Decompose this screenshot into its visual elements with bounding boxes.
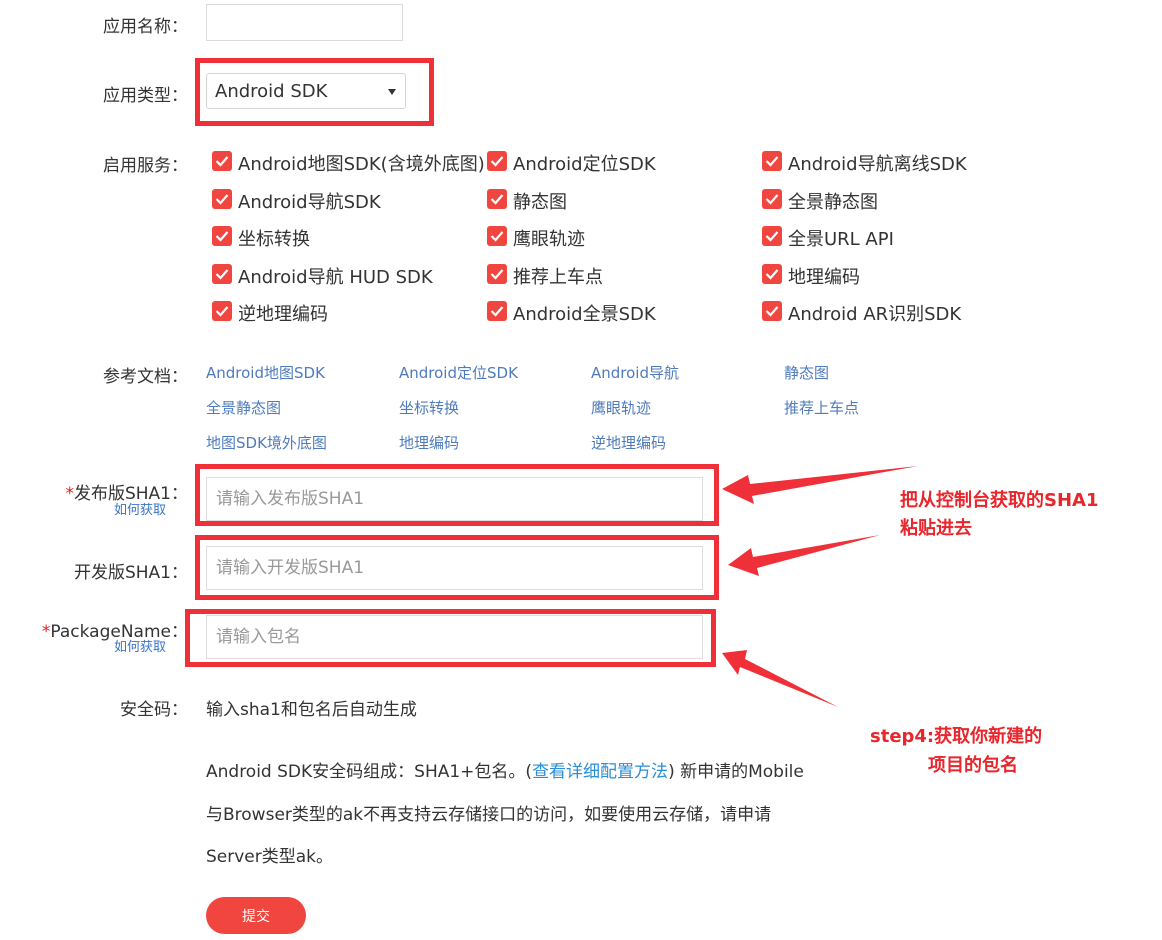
annotation-sha1-line2: 粘贴进去 — [900, 518, 972, 539]
arrow-to-package-name — [722, 650, 838, 707]
note-line-3: Server类型ak。 — [206, 847, 334, 867]
annotation-package-line2: 项目的包名 — [928, 755, 1018, 776]
note-line-1: Android SDK安全码组成：SHA1+包名。(查看详细配置方法) 新申请的… — [206, 757, 804, 782]
config-method-link[interactable]: 查看详细配置方法 — [532, 762, 668, 782]
note-line-1-pre: Android SDK安全码组成：SHA1+包名。( — [206, 762, 533, 782]
annotation-package-line1: step4:获取你新建的 — [870, 726, 1043, 747]
submit-button[interactable]: 提交 — [206, 897, 306, 934]
security-code-value: 输入sha1和包名后自动生成 — [206, 700, 417, 720]
security-code-label: 安全码： — [120, 700, 188, 720]
annotation-sha1-line1: 把从控制台获取的SHA1 — [900, 490, 1099, 511]
annotation-arrows — [722, 466, 918, 707]
note-line-1-post: ) 新申请的Mobile — [668, 762, 804, 782]
note-line-2: 与Browser类型的ak不再支持云存储接口的访问，如要使用云存储，请申请 — [206, 805, 772, 825]
arrow-to-release-sha1 — [722, 466, 918, 504]
arrow-to-dev-sha1 — [728, 535, 880, 576]
